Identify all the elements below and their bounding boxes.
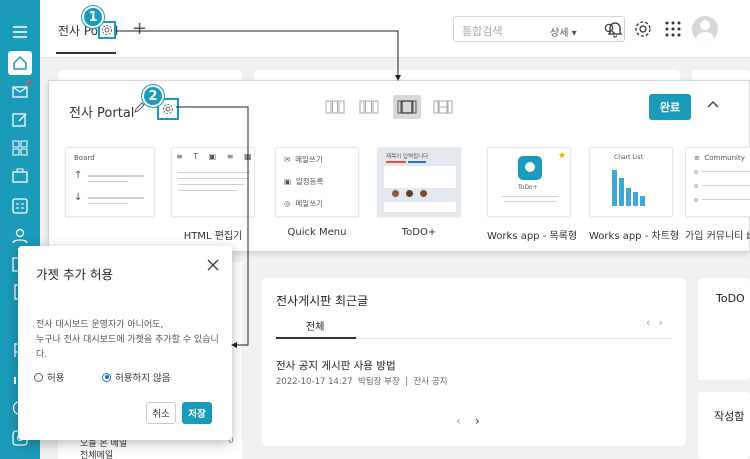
todo-card-title: ToDO [716,292,745,305]
callout-badge-2: 2 [142,85,164,107]
layout-grid-button[interactable] [429,95,457,119]
widget-label: ToDO+ [401,227,437,238]
board-card-title: 전사게시판 최근글 [276,294,369,308]
avatar[interactable] [692,16,718,42]
callout-badge-1: 1 [82,6,104,28]
radio-deny[interactable]: 허용하지 않음 [102,370,170,384]
write-card: 작성함 [698,392,750,459]
grid-icon[interactable] [8,136,32,160]
widget-thumb-works-chart: Chart List [589,147,673,217]
panel-title: 전사 Portal [69,106,135,121]
done-button[interactable]: 완료 [649,94,691,120]
edit-icon[interactable] [8,108,32,132]
widget-label: Works app - 목록형 [487,231,578,242]
tab-active-underline [276,337,356,339]
tab-nav-arrows[interactable]: ‹› [646,316,671,329]
layout-3col-alt-button[interactable] [355,95,383,119]
widget-label: Works app - 차트형 [589,231,680,242]
widget-html-editor[interactable]: ≡ T ▣ ≡ ▦ HTML 편집기 [171,147,255,242]
radio-allow-circle[interactable] [34,372,43,382]
widget-thumb-todo: 제목이 입력됩니다 [377,147,461,217]
tab-all[interactable]: 전체 [306,318,324,333]
gear-icon [163,104,173,114]
widget-thumb-works-list: ★ ToDo+ [487,147,571,217]
widget-works-list[interactable]: ★ ToDo+ Works app - 목록형 [487,147,578,242]
apps-grid-icon[interactable] [660,16,686,42]
widget-board[interactable]: Board ↑ ↓ [65,147,155,217]
tab-active-underline [56,52,116,54]
layout-wide-center-button[interactable] [393,95,421,119]
widget-thumb-html: ≡ T ▣ ≡ ▦ [171,147,255,217]
widget-works-chart[interactable]: Chart List Works app - 차트형 [589,147,680,242]
dialog-title: 가젯 추가 허용 [36,267,113,282]
widget-thumb-community: ≡ Community [685,147,750,217]
dialog-description: 전사 대시보드 운영자가 아니어도, 누구나 전사 대시보드에 가젯을 추가할 … [36,320,219,360]
person-icon[interactable] [8,224,32,248]
mail-icon[interactable] [8,80,32,104]
widget-label: Quick Menu [287,227,347,238]
bell-icon[interactable] [602,16,628,42]
widget-community[interactable]: ≡ Community 가입 커뮤니티 b [685,147,750,242]
widget-todo-plus[interactable]: 제목이 입력됩니다 ToDO+ [377,147,461,238]
widget-thumb-board: Board ↑ ↓ [65,147,155,217]
menu-icon[interactable] [8,20,32,44]
radio-allow[interactable]: 허용 [34,370,64,384]
add-tab-button[interactable]: + [132,18,147,39]
layout-3col-button[interactable] [321,95,349,119]
board-card: 전사게시판 최근글 전체 ‹› 전사 공지 게시판 사용 방법 2022-10-… [262,278,686,446]
gear-icon[interactable] [630,16,656,42]
post-meta: 2022-10-17 14:27 박팀장 부장 | 전사 공지 [276,377,448,387]
widget-label: 가입 커뮤니티 b [685,231,750,242]
pencil-icon[interactable] [133,102,145,117]
form-icon[interactable] [8,194,32,218]
gadget-permission-dialog: 가젯 추가 허용 전사 대시보드 운영자가 아니어도, 누구나 전사 대시보드에… [18,246,232,440]
mail-all-label[interactable]: 전체메일 [80,448,113,459]
search-input[interactable]: 통합검색 상세 ▾ [453,16,625,42]
gear-icon [102,25,112,35]
write-card-title: 작성함 [714,410,745,423]
save-button[interactable]: 저장 [182,402,212,424]
top-bar: 전사 Portal + 통합검색 상세 ▾ [40,0,750,58]
todo-card: ToDO [698,278,750,380]
widget-label: HTML 편집기 [183,231,243,242]
close-icon[interactable] [206,258,220,275]
chevron-up-icon[interactable] [705,96,721,115]
widget-quick-menu[interactable]: ✉ 메일쓰기 ▣ 일정등록 ◎ 메일쓰기 Quick Menu [275,147,359,238]
post-title[interactable]: 전사 공지 게시판 사용 방법 [276,358,396,373]
radio-deny-circle[interactable] [102,372,111,382]
home-icon[interactable] [8,51,32,75]
briefcase-icon[interactable] [8,164,32,188]
widget-thumb-quickmenu: ✉ 메일쓰기 ▣ 일정등록 ◎ 메일쓰기 [275,147,359,217]
cancel-button[interactable]: 취소 [146,402,176,424]
pager[interactable]: ‹› [456,414,494,428]
search-placeholder: 통합검색 [462,25,503,38]
search-detail-dropdown[interactable]: 상세 ▾ [550,24,577,39]
